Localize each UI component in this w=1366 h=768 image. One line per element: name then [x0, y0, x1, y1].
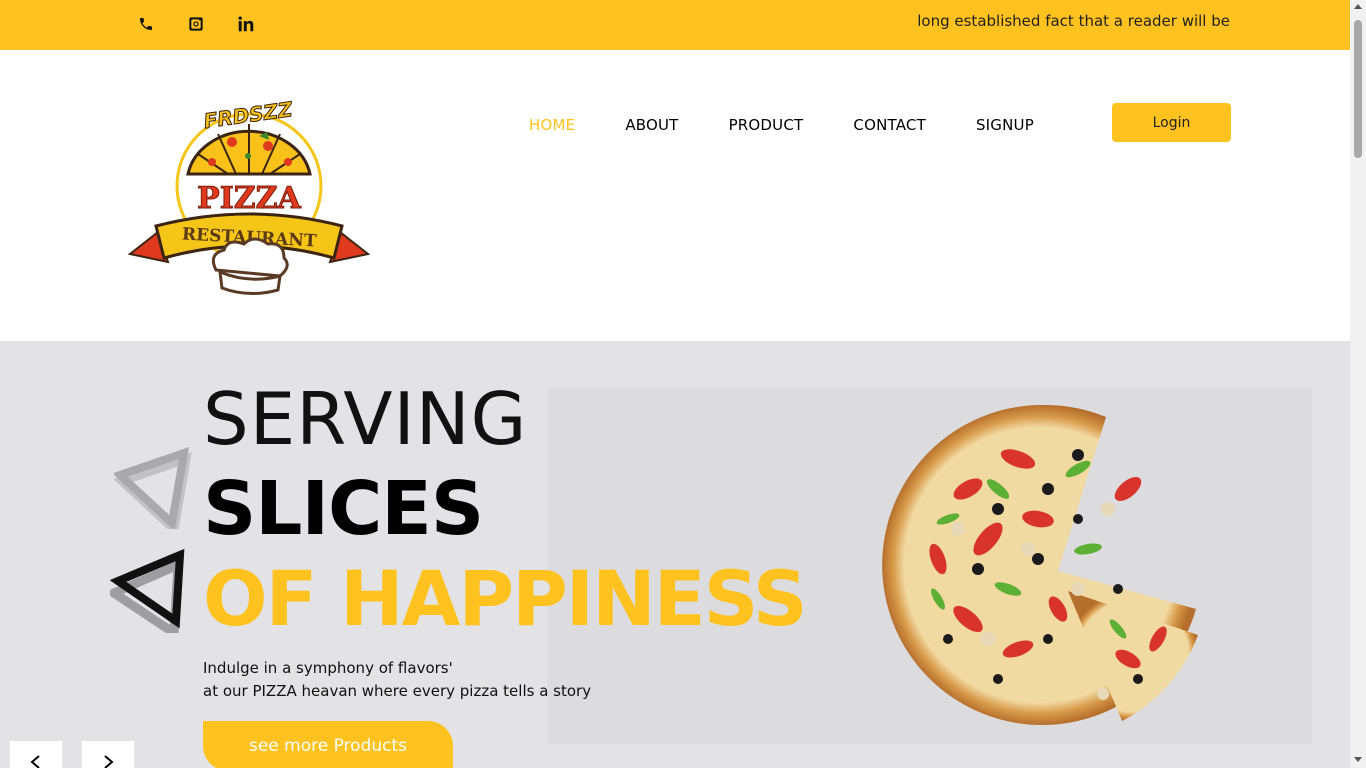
main-nav: HOME ABOUT PRODUCT CONTACT SIGNUP: [529, 116, 1084, 134]
site-header: FRDSZZ PIZZA RESTAURANT HOME ABOUT PRODU…: [0, 50, 1350, 341]
logo-pizza-text: PIZZA: [197, 181, 301, 216]
instagram-icon[interactable]: [186, 14, 206, 34]
hero-desc-line-2: at our PIZZA heavan where every pizza te…: [203, 682, 592, 700]
pizza-image: [882, 404, 1198, 725]
hero-line-happiness: OF HAPPINESS: [203, 554, 808, 643]
next-slide-button[interactable]: [82, 741, 134, 768]
scroll-down-arrow-icon[interactable]: [1354, 757, 1362, 762]
top-bar: long established fact that a reader will…: [0, 0, 1350, 50]
hero-line-slices: SLICES: [203, 466, 484, 552]
login-button[interactable]: Login: [1112, 103, 1231, 142]
pizza-restaurant-logo[interactable]: FRDSZZ PIZZA RESTAURANT: [127, 94, 371, 300]
topbar-tagline: long established fact that a reader will…: [917, 12, 1230, 30]
phone-icon[interactable]: [136, 14, 156, 34]
triangle-outline-gray-icon: [114, 447, 192, 529]
nav-about[interactable]: ABOUT: [625, 116, 678, 134]
nav-home[interactable]: HOME: [529, 116, 575, 134]
linkedin-icon[interactable]: [236, 14, 256, 34]
hero-line-serving: SERVING: [203, 377, 528, 461]
triangle-outline-black-icon: [110, 548, 185, 633]
see-more-products-button[interactable]: see more Products: [203, 721, 453, 768]
chevron-right-icon: [101, 755, 115, 768]
hero-description: Indulge in a symphony of flavors' at our…: [203, 657, 591, 703]
page-scrollbar[interactable]: [1350, 0, 1366, 768]
hero-desc-line-1: Indulge in a symphony of flavors': [203, 659, 453, 677]
nav-product[interactable]: PRODUCT: [729, 116, 804, 134]
prev-slide-button[interactable]: [10, 741, 62, 768]
nav-contact[interactable]: CONTACT: [853, 116, 926, 134]
scrollbar-thumb[interactable]: [1354, 20, 1362, 158]
hero-section: SERVING SLICES OF HAPPINESS Indulge in a…: [0, 341, 1350, 768]
scroll-up-arrow-icon[interactable]: [1354, 4, 1362, 9]
nav-signup[interactable]: SIGNUP: [976, 116, 1034, 134]
chevron-left-icon: [29, 755, 43, 768]
